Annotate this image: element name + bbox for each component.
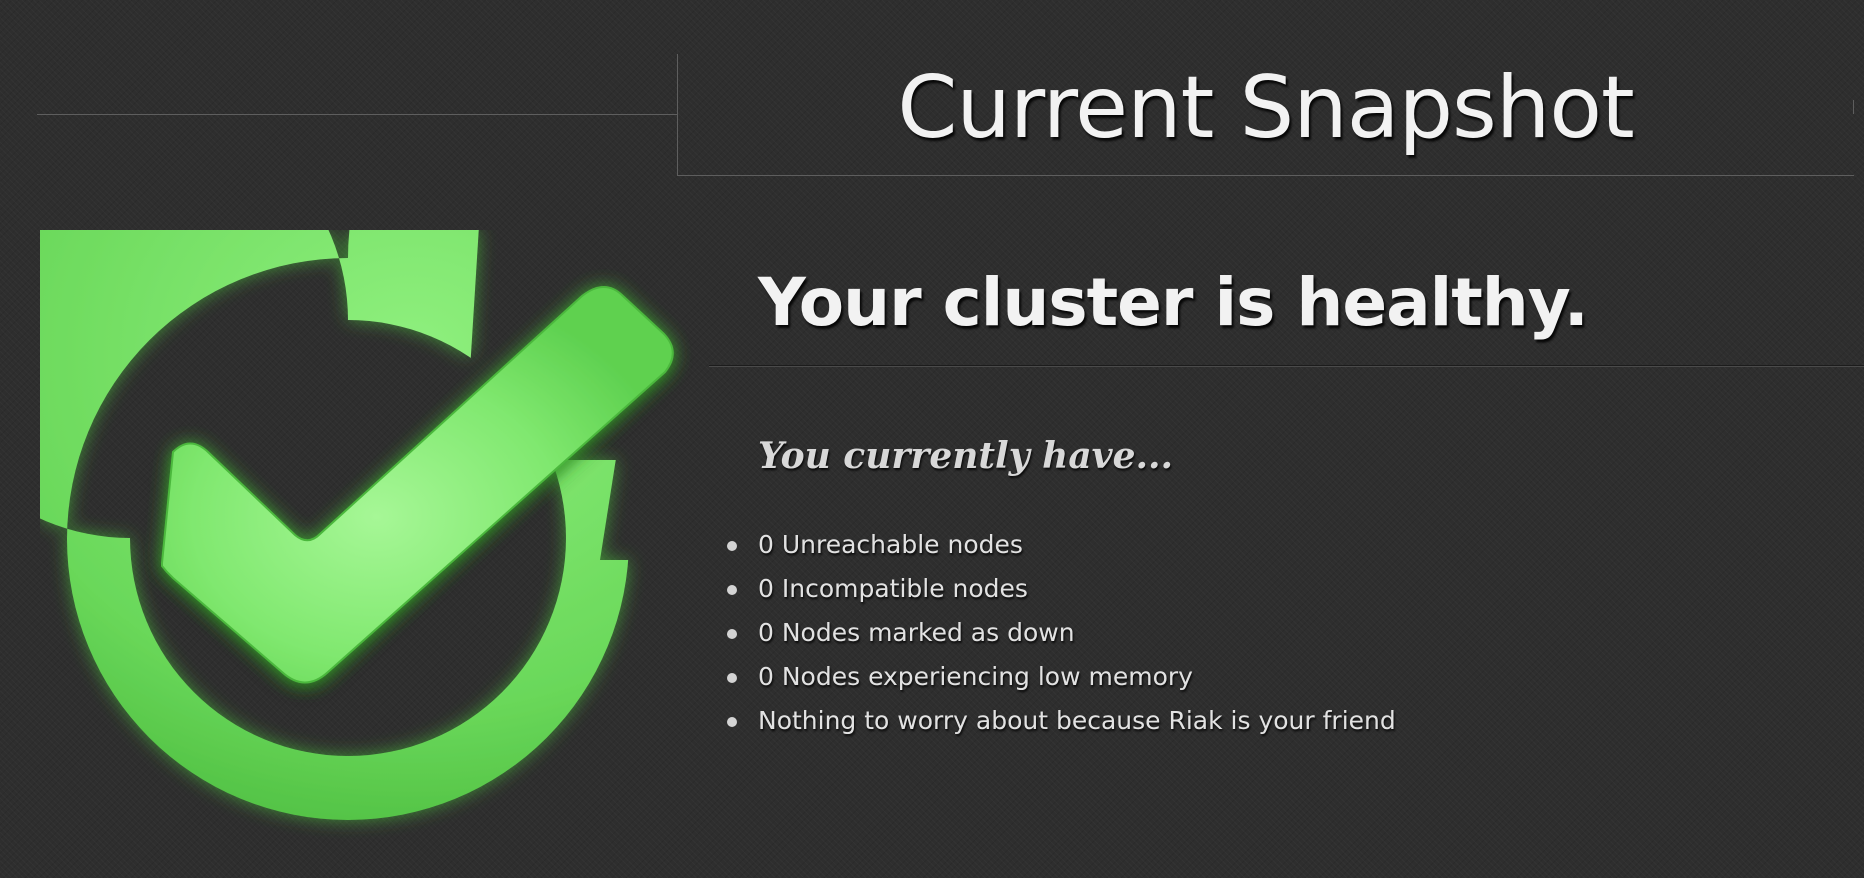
list-item: 0 Unreachable nodes (727, 523, 1396, 567)
title-frame-tick (1853, 100, 1864, 114)
bullet-icon (727, 717, 737, 727)
list-item: 0 Nodes experiencing low memory (727, 655, 1396, 699)
page-title: Current Snapshot (897, 58, 1634, 158)
section-divider (709, 365, 1864, 367)
list-item: Nothing to worry about because Riak is y… (727, 699, 1396, 743)
bullet-icon (727, 629, 737, 639)
list-item-text: Nothing to worry about because Riak is y… (758, 706, 1396, 735)
health-status-heading: Your cluster is healthy. (758, 264, 1589, 341)
bullet-icon (727, 585, 737, 595)
list-item-text: 0 Unreachable nodes (758, 530, 1023, 559)
list-item-text: 0 Incompatible nodes (758, 574, 1028, 603)
list-item: 0 Nodes marked as down (727, 611, 1396, 655)
bullet-icon (727, 541, 737, 551)
node-stats-list: 0 Unreachable nodes 0 Incompatible nodes… (727, 523, 1396, 743)
list-item: 0 Incompatible nodes (727, 567, 1396, 611)
checkmark-circle-icon (40, 230, 700, 850)
bullet-icon (727, 673, 737, 683)
list-item-text: 0 Nodes marked as down (758, 618, 1075, 647)
header-divider-line (37, 114, 677, 115)
list-item-text: 0 Nodes experiencing low memory (758, 662, 1193, 691)
summary-intro: You currently have... (758, 435, 1174, 477)
